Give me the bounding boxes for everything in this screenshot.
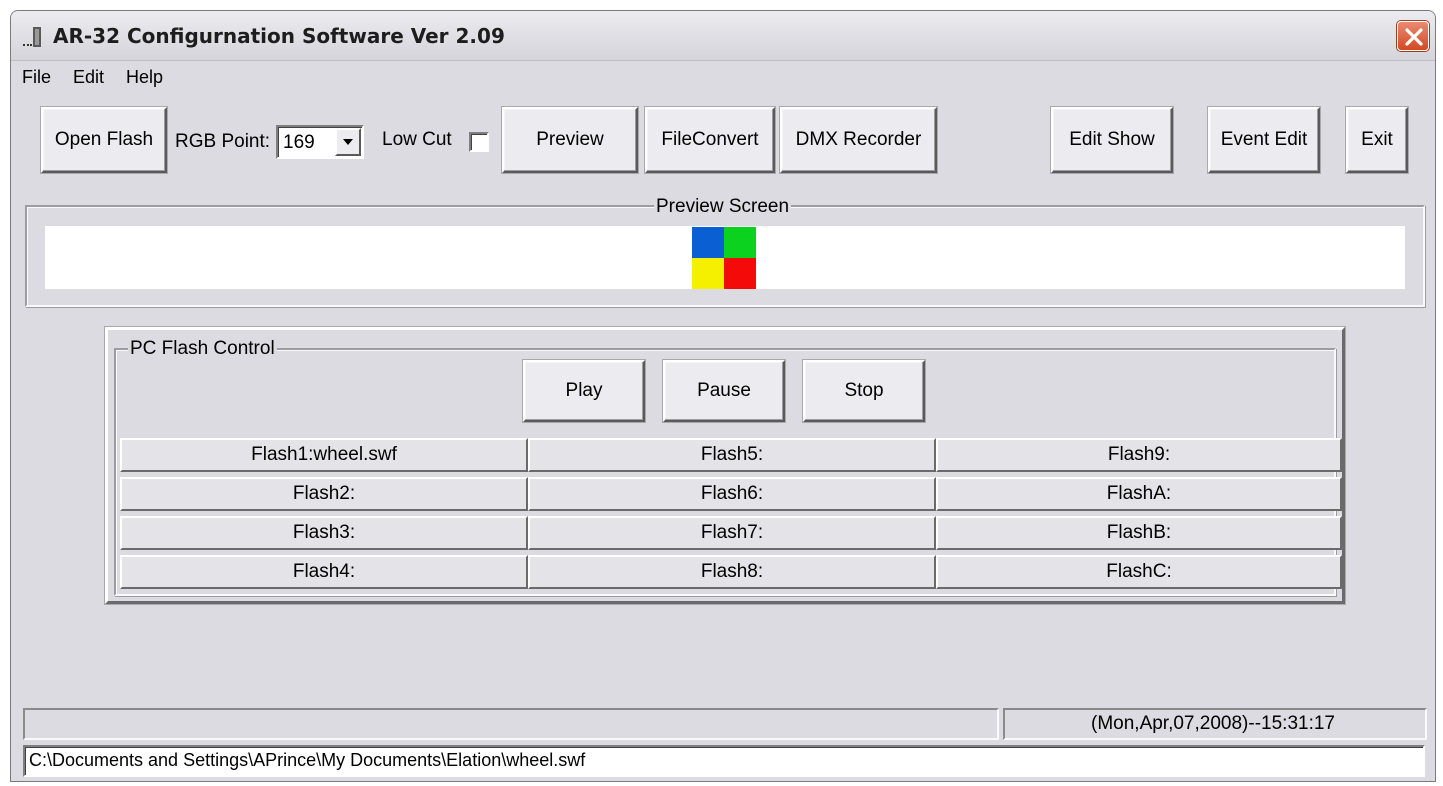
- menu-file[interactable]: File: [20, 67, 53, 88]
- low-cut-label: Low Cut: [382, 129, 452, 150]
- open-flash-button[interactable]: Open Flash: [41, 107, 167, 173]
- flash-slot-button[interactable]: Flash8:: [528, 555, 936, 589]
- preview-green-cell: [724, 227, 756, 258]
- flash-control-caption: PC Flash Control: [128, 338, 277, 360]
- exit-button[interactable]: Exit: [1346, 107, 1408, 173]
- edit-show-button[interactable]: Edit Show: [1051, 107, 1173, 173]
- close-icon: [1405, 28, 1423, 46]
- flash-slot-button[interactable]: FlashB:: [936, 516, 1342, 550]
- flash-slot-button[interactable]: Flash6:: [528, 477, 936, 511]
- pause-button[interactable]: Pause: [663, 360, 785, 422]
- close-button[interactable]: [1397, 21, 1429, 51]
- title-bar[interactable]: AR-32 Configurnation Software Ver 2.09: [11, 11, 1435, 61]
- menu-edit[interactable]: Edit: [71, 67, 106, 88]
- flash-slot-button[interactable]: FlashC:: [936, 555, 1342, 589]
- flash-slot-button[interactable]: Flash4:: [120, 555, 528, 589]
- flash-slot-button[interactable]: Flash5:: [528, 438, 936, 472]
- menu-bar: File Edit Help: [11, 63, 1435, 93]
- flash-control-panel: PC Flash Control Play Pause Stop Flash1:…: [105, 327, 1345, 604]
- preview-red-cell: [724, 258, 756, 289]
- main-window: AR-32 Configurnation Software Ver 2.09 F…: [10, 10, 1436, 782]
- dmx-recorder-button[interactable]: DMX Recorder: [780, 107, 937, 173]
- flash-slot-button[interactable]: Flash9:: [936, 438, 1342, 472]
- preview-blue-cell: [692, 227, 724, 258]
- rgb-point-select[interactable]: 169: [276, 125, 364, 159]
- flash-slot-button[interactable]: Flash1:wheel.swf: [120, 438, 528, 472]
- rgb-point-label: RGB Point:: [175, 131, 271, 152]
- flash-slot-button[interactable]: Flash2:: [120, 477, 528, 511]
- rgb-point-value: 169: [283, 132, 315, 153]
- preview-yellow-cell: [692, 258, 724, 289]
- status-message-field: [23, 708, 999, 740]
- stop-button[interactable]: Stop: [803, 360, 925, 422]
- preview-button[interactable]: Preview: [502, 107, 638, 173]
- file-convert-button[interactable]: FileConvert: [645, 107, 775, 173]
- preview-canvas: [45, 226, 1405, 289]
- flash-slot-button[interactable]: Flash7:: [528, 516, 936, 550]
- flash-slot-button[interactable]: FlashA:: [936, 477, 1342, 511]
- flash-slot-button[interactable]: Flash3:: [120, 516, 528, 550]
- event-edit-button[interactable]: Event Edit: [1208, 107, 1320, 173]
- low-cut-checkbox[interactable]: [469, 132, 489, 152]
- status-datetime: (Mon,Apr,07,2008)--15:31:17: [1003, 708, 1427, 740]
- chevron-down-icon[interactable]: [335, 128, 361, 156]
- menu-help[interactable]: Help: [124, 67, 165, 88]
- window-title: AR-32 Configurnation Software Ver 2.09: [53, 24, 505, 48]
- file-path-field[interactable]: C:\Documents and Settings\APrince\My Doc…: [23, 745, 1425, 777]
- play-button[interactable]: Play: [523, 360, 645, 422]
- preview-screen-caption: Preview Screen: [654, 196, 792, 218]
- app-icon: [21, 25, 47, 49]
